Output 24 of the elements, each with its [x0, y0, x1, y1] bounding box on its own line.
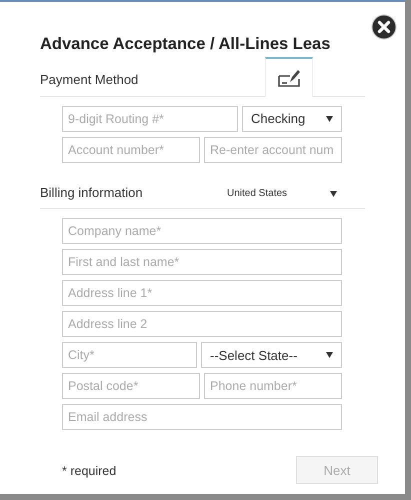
select-field[interactable]: Checking: [242, 106, 342, 132]
input-field[interactable]: Postal code*: [62, 373, 200, 400]
section-label: Payment Method: [40, 71, 138, 90]
payment-tab[interactable]: [265, 56, 313, 97]
input-field[interactable]: City*: [62, 342, 197, 368]
input-field[interactable]: Email address: [62, 404, 342, 430]
input-field[interactable]: 9-digit Routing #*: [62, 106, 238, 132]
input-field[interactable]: Phone number*: [204, 373, 342, 400]
country-select[interactable]: United States: [227, 186, 337, 208]
select-field[interactable]: --Select State--: [201, 342, 342, 368]
required-note: * required: [62, 463, 116, 480]
input-field[interactable]: First and last name*: [62, 249, 342, 276]
input-field[interactable]: Address line 2: [62, 311, 342, 338]
input-field[interactable]: Account number*: [62, 136, 200, 163]
close-button[interactable]: [371, 14, 397, 40]
caret-icon: [326, 116, 333, 122]
caret-icon: [330, 190, 337, 197]
input-field[interactable]: Address line 1*: [62, 280, 342, 306]
check-pen-icon: [277, 68, 301, 88]
caret-icon: [326, 352, 333, 358]
section-label: Billing information: [40, 184, 143, 202]
dialog-title: Advance Acceptance / All-Lines Leas: [40, 34, 332, 55]
input-field[interactable]: Company name*: [62, 218, 342, 244]
input-field[interactable]: Re-enter account num: [204, 136, 342, 163]
